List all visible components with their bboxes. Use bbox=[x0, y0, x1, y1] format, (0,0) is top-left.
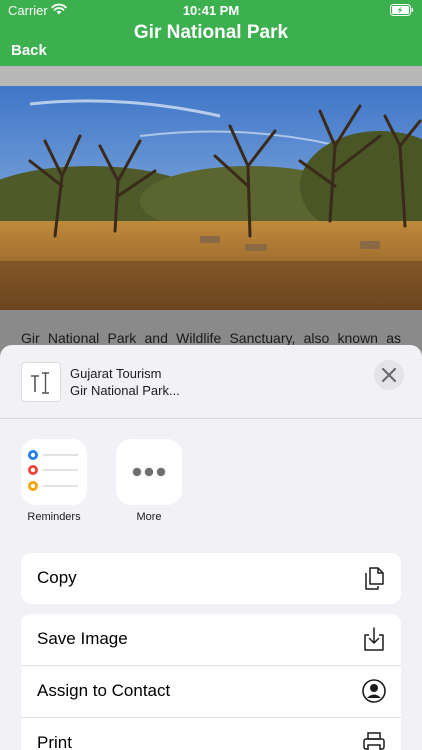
status-time: 10:41 PM bbox=[182, 3, 240, 18]
separator-band bbox=[0, 66, 422, 86]
more-label: More bbox=[136, 511, 162, 523]
copy-action[interactable]: Copy bbox=[21, 553, 401, 604]
save-image-action[interactable]: Save Image bbox=[21, 614, 401, 666]
article-intro-text: Gir National Park and Wildlife Sanctuary… bbox=[21, 330, 401, 346]
assign-to-contact-action[interactable]: Assign to Contact bbox=[21, 666, 401, 718]
close-button[interactable] bbox=[374, 360, 404, 390]
back-button[interactable]: Back bbox=[11, 42, 47, 59]
save-image-icon bbox=[364, 627, 384, 651]
share-subtitle: Gir National Park... bbox=[70, 383, 180, 398]
battery-charging-icon bbox=[390, 4, 414, 16]
copy-action-label: Copy bbox=[37, 568, 77, 587]
reminders-app-button[interactable] bbox=[21, 439, 87, 505]
navigation-bar: Carrier 10:41 PM Gir National Park Back bbox=[0, 0, 422, 66]
document-thumbnail bbox=[21, 362, 61, 402]
copy-icon bbox=[365, 567, 384, 590]
assign-to-contact-label: Assign to Contact bbox=[37, 681, 171, 700]
share-title: Gujarat Tourism bbox=[70, 366, 162, 381]
more-apps-button[interactable] bbox=[116, 439, 182, 505]
reminders-icon bbox=[28, 450, 78, 491]
copy-action-group: Copy bbox=[21, 553, 401, 604]
park-landscape-image bbox=[0, 86, 422, 310]
share-sheet: Gujarat Tourism Gir National Park... Rem… bbox=[0, 345, 422, 750]
more-actions-group: Save Image Assign to Contact Print bbox=[21, 614, 401, 750]
close-icon bbox=[382, 368, 396, 382]
print-label: Print bbox=[37, 733, 72, 750]
reminders-label: Reminders bbox=[27, 511, 81, 523]
sheet-divider bbox=[0, 418, 422, 419]
text-format-icon bbox=[31, 372, 49, 394]
page-title: Gir National Park bbox=[133, 22, 289, 43]
print-icon bbox=[363, 732, 385, 750]
save-image-label: Save Image bbox=[37, 629, 128, 648]
print-action[interactable]: Print bbox=[21, 718, 401, 750]
more-icon bbox=[132, 467, 166, 477]
contact-icon bbox=[362, 679, 386, 703]
